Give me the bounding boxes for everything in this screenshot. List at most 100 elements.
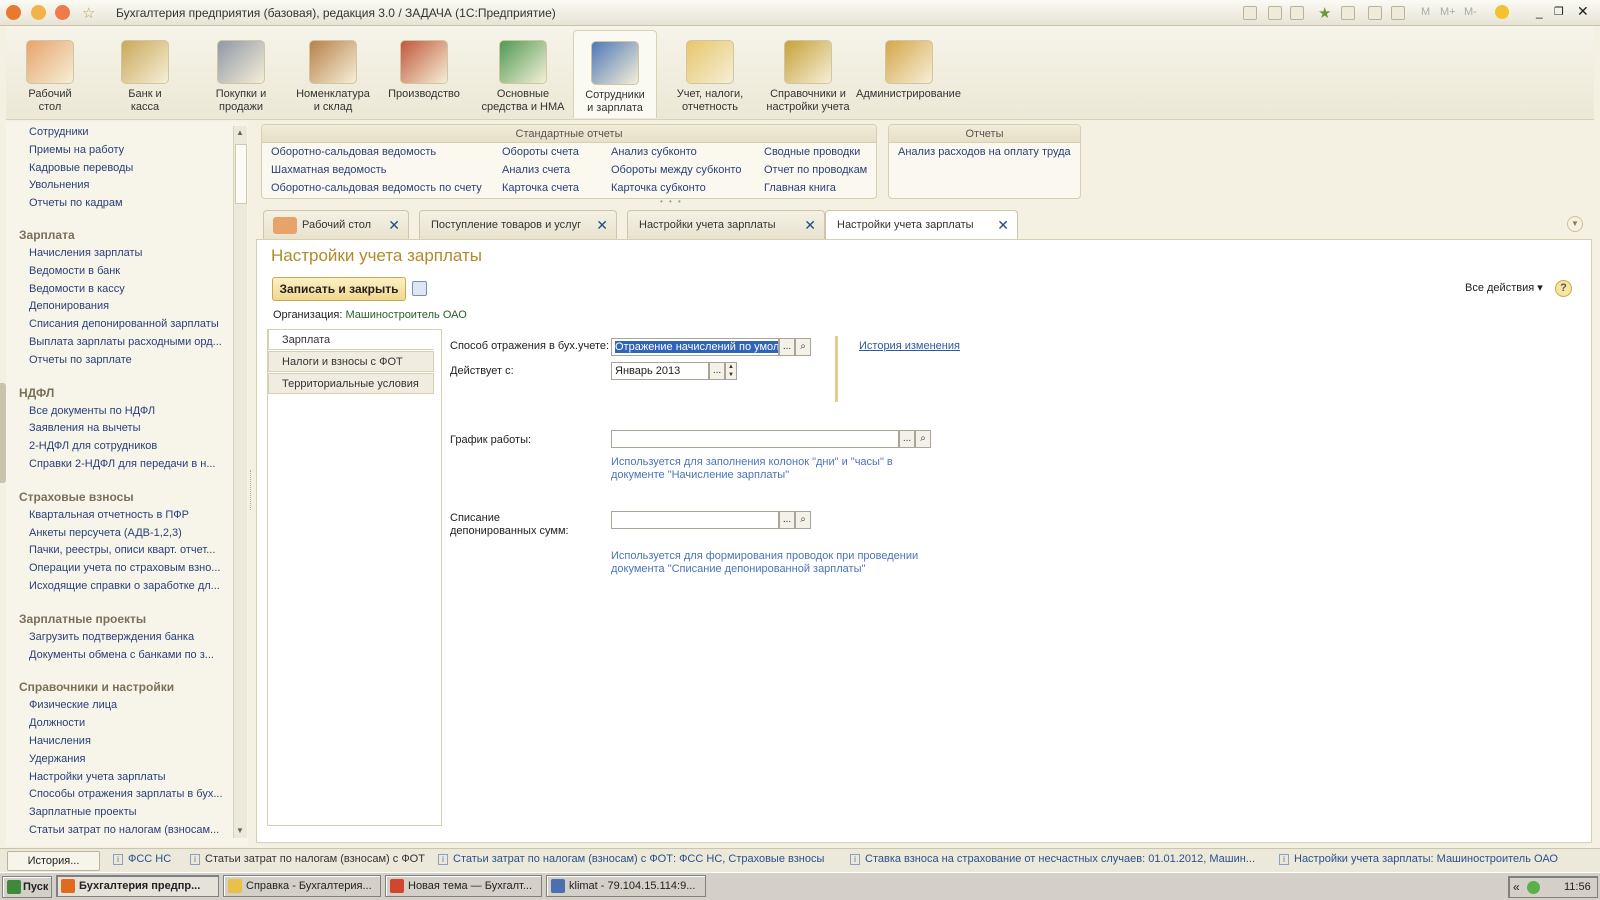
nav-item[interactable]: Кадровые переводы <box>29 162 224 174</box>
organization-value[interactable]: Машиностроитель ОАО <box>345 309 466 321</box>
menu-icon[interactable] <box>31 5 46 20</box>
nav-group-title[interactable]: Справочники и настройки <box>19 680 174 694</box>
section-truck[interactable]: Покупки и продажи <box>201 30 281 118</box>
nav-item[interactable]: Загрузить подтверждения банка <box>29 631 224 643</box>
nav-item[interactable]: Удержания <box>29 753 224 765</box>
nav-item[interactable]: Увольнения <box>29 179 224 191</box>
nav-item[interactable]: Способы отражения зарплаты в бух... <box>29 788 224 800</box>
tray-app-icon[interactable] <box>1527 881 1540 894</box>
deposit-writeoff-field[interactable] <box>611 511 779 529</box>
spin-down-icon[interactable]: ▼ <box>728 372 734 378</box>
document-icon[interactable] <box>1290 6 1304 20</box>
favorites-add-icon[interactable]: ★ <box>1318 4 1331 22</box>
nav-group-title[interactable]: НДФЛ <box>19 386 54 400</box>
nav-group-title[interactable]: Зарплата <box>19 228 75 242</box>
scroll-up-icon[interactable]: ▲ <box>236 128 244 137</box>
nav-item[interactable]: Должности <box>29 717 224 729</box>
nav-item[interactable]: Отчеты по зарплате <box>29 354 224 366</box>
nav-item[interactable]: Заявления на вычеты <box>29 422 224 434</box>
paste-icon[interactable] <box>1268 6 1282 20</box>
nav-item[interactable]: Статьи затрат по налогам (взносам... <box>29 824 224 836</box>
status-item[interactable]: i Статьи затрат по налогам (взносам) с ФО… <box>190 853 425 865</box>
report-link[interactable]: Анализ счета <box>502 164 570 176</box>
nav-group-title[interactable]: Страховые взносы <box>19 490 134 504</box>
report-link[interactable]: Анализ расходов на оплату труда <box>898 146 1071 158</box>
memory-m-button[interactable]: M <box>1421 6 1430 18</box>
report-link[interactable]: Сводные проводки <box>764 146 860 158</box>
vtab-taxes[interactable]: Налоги и взносы с ФОТ <box>268 351 434 372</box>
section-binders[interactable]: Справочники и настройки учета <box>758 30 858 118</box>
taskbar-button[interactable]: Новая тема — Бухгалт... <box>385 875 542 897</box>
nav-item[interactable]: Депонирования <box>29 300 224 312</box>
nav-collapse-handle[interactable] <box>0 383 6 483</box>
status-item[interactable]: i Статьи затрат по налогам (взносам) с ФО… <box>438 853 824 865</box>
search-icon[interactable]: ⌕ <box>795 511 811 529</box>
tab-salary-settings-1[interactable]: Настройки учета зарплаты ✕ <box>627 210 825 239</box>
taskbar-button[interactable]: Бухгалтерия предпр... <box>56 875 219 897</box>
status-item[interactable]: i Ставка взноса на страхование от несчаст… <box>850 853 1255 865</box>
nav-item[interactable]: Сотрудники <box>29 126 224 138</box>
nav-item[interactable]: Отчеты по кадрам <box>29 197 224 209</box>
tabs-menu-icon[interactable]: ▼ <box>1567 216 1583 232</box>
help-icon[interactable]: ? <box>1555 280 1572 297</box>
scroll-down-icon[interactable]: ▼ <box>236 826 244 835</box>
nav-item[interactable]: Ведомости в банк <box>29 265 224 277</box>
save-icon[interactable] <box>412 281 427 296</box>
nav-item[interactable]: Начисления зарплаты <box>29 247 224 259</box>
select-period-button[interactable]: ... <box>709 362 725 380</box>
copy-icon[interactable] <box>1243 6 1257 20</box>
minimize-icon[interactable]: _ <box>1536 5 1543 19</box>
section-employee[interactable]: Сотрудники и зарплата <box>573 30 657 118</box>
report-link[interactable]: Оборотно-сальдовая ведомость <box>271 146 436 158</box>
tab-salary-settings-2[interactable]: Настройки учета зарплаты ✕ <box>825 210 1018 240</box>
close-tab-icon[interactable]: ✕ <box>804 211 816 239</box>
memory-minus-button[interactable]: M- <box>1464 6 1477 18</box>
nav-item[interactable]: Операции учета по страховым взно... <box>29 562 224 574</box>
close-tab-icon[interactable]: ✕ <box>596 211 608 239</box>
search-icon[interactable]: ⌕ <box>915 430 931 448</box>
favorite-star-icon[interactable]: ☆ <box>82 4 95 22</box>
panel-resize-handle[interactable]: • • • <box>660 197 683 206</box>
taskbar-button[interactable]: klimat - 79.104.15.114:9... <box>546 875 706 897</box>
effective-date-field[interactable]: Январь 2013 <box>611 362 709 380</box>
1c-logo-icon[interactable] <box>6 5 21 20</box>
select-button[interactable]: ... <box>899 430 915 448</box>
report-link[interactable]: Обороты между субконто <box>611 164 741 176</box>
save-and-close-button[interactable]: Записать и закрыть <box>272 277 406 301</box>
report-link[interactable]: Карточка счета <box>502 182 579 194</box>
all-actions-menu[interactable]: Все действия ▾ <box>1465 281 1543 294</box>
calendar-icon[interactable] <box>1391 6 1405 20</box>
section-admin[interactable]: Администрирование <box>856 30 961 118</box>
nav-item[interactable]: Списания депонированной зарплаты <box>29 318 224 330</box>
taskbar-button[interactable]: Справка - Бухгалтерия... <box>223 875 381 897</box>
nav-item[interactable]: Ведомости в кассу <box>29 283 224 295</box>
nav-item[interactable]: Квартальная отчетность в ПФР <box>29 509 224 521</box>
calculator-icon[interactable] <box>1368 6 1382 20</box>
work-schedule-field[interactable] <box>611 430 899 448</box>
section-reports[interactable]: Учет, налоги, отчетность <box>666 30 754 118</box>
scroll-thumb[interactable] <box>235 144 247 204</box>
nav-item[interactable]: Приемы на работу <box>29 144 224 156</box>
splitter-handle[interactable] <box>250 470 253 510</box>
info-icon[interactable] <box>1495 5 1509 19</box>
restore-icon[interactable]: ❐ <box>1554 5 1564 18</box>
report-link[interactable]: Обороты счета <box>502 146 579 158</box>
vtab-salary[interactable]: Зарплата <box>268 329 434 350</box>
report-link[interactable]: Анализ субконто <box>611 146 697 158</box>
close-tab-icon[interactable]: ✕ <box>997 211 1009 239</box>
report-link[interactable]: Шахматная ведомость <box>271 164 386 176</box>
report-link[interactable]: Отчет по проводкам <box>764 164 867 176</box>
status-item[interactable]: i Настройки учета зарплаты: Машиностроите… <box>1279 853 1558 865</box>
nav-item[interactable]: Пачки, реестры, описи кварт. отчет... <box>29 544 224 556</box>
nav-item[interactable]: Все документы по НДФЛ <box>29 405 224 417</box>
section-desktop[interactable]: Рабочий стол <box>12 30 88 118</box>
nav-scrollbar[interactable]: ▲ ▼ <box>233 126 247 838</box>
nav-item[interactable]: Зарплатные проекты <box>29 806 224 818</box>
nav-item[interactable]: Начисления <box>29 735 224 747</box>
select-button[interactable]: ... <box>779 511 795 529</box>
section-tools[interactable]: Производство <box>384 30 464 118</box>
spin-up-icon[interactable]: ▲ <box>728 364 734 370</box>
report-link[interactable]: Главная книга <box>764 182 836 194</box>
section-assets[interactable]: Основные средства и НМА <box>477 30 569 118</box>
tab-desktop[interactable]: Рабочий стол ✕ <box>263 210 409 239</box>
